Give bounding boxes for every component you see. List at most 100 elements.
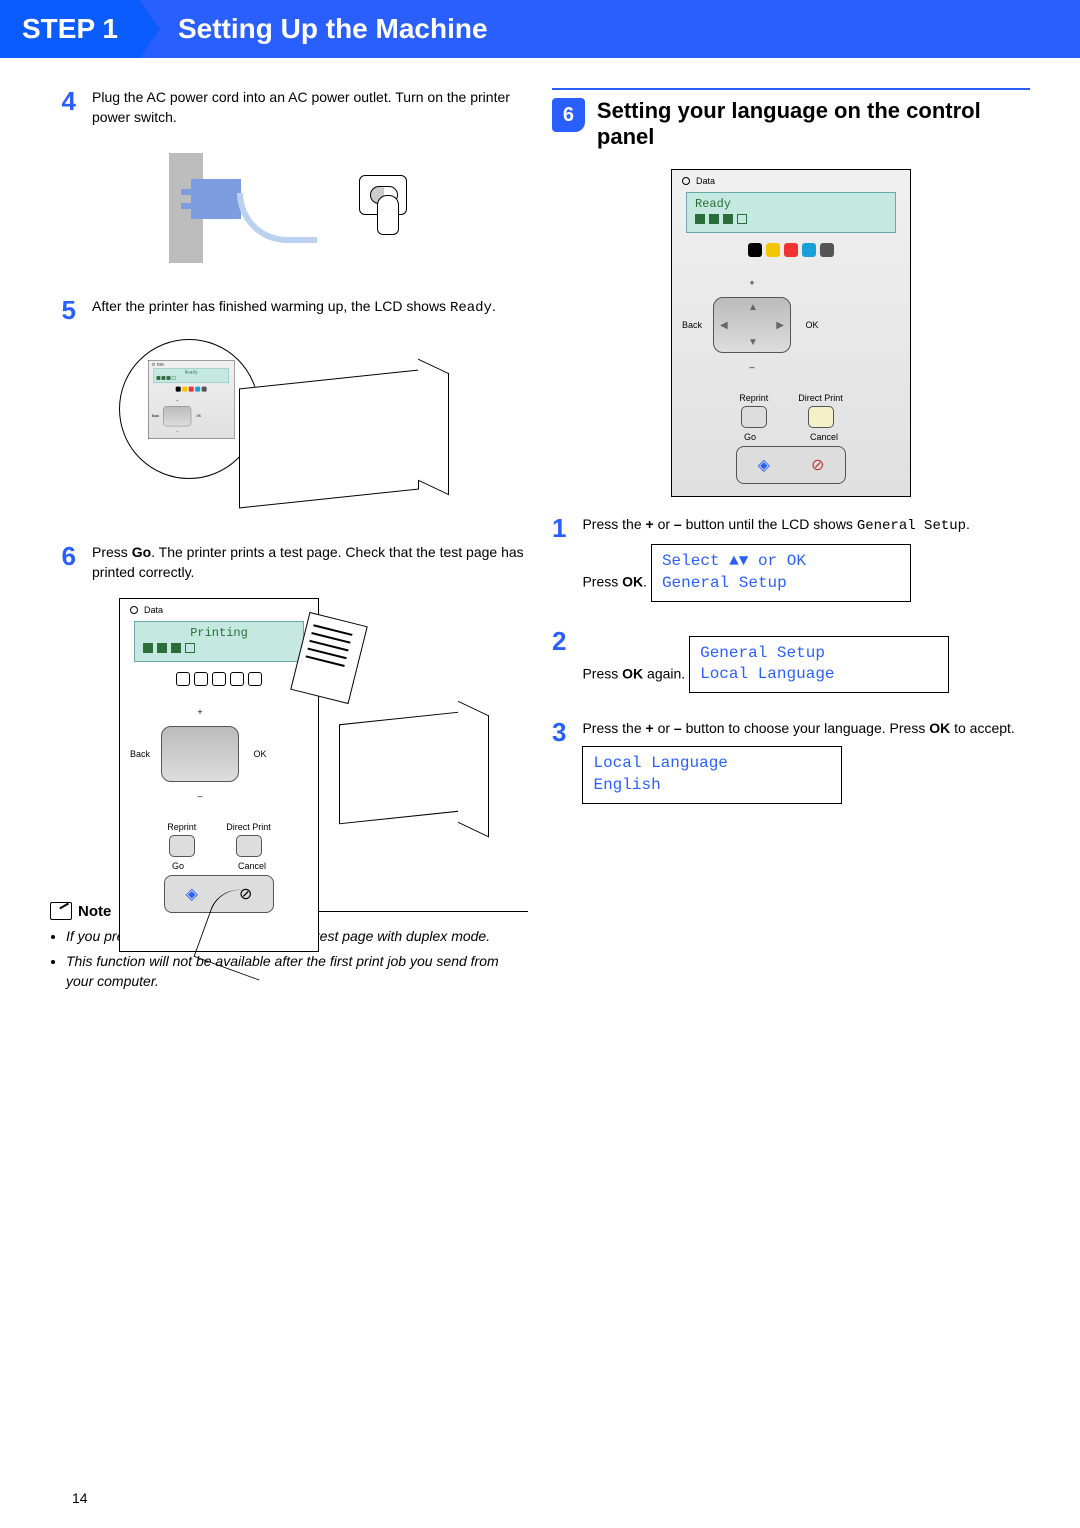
- lang-step-1: 1 Press the + or – button until the LCD …: [552, 515, 1030, 616]
- text: or: [654, 516, 674, 532]
- dpad-icon: [163, 406, 191, 426]
- plus-label: +: [749, 278, 754, 288]
- reprint-label: Reprint: [739, 393, 768, 403]
- step-number: 5: [50, 297, 76, 323]
- lcd-line: General Setup: [700, 643, 938, 665]
- text: . The printer prints a test page. Check …: [92, 544, 524, 580]
- step-4: 4 Plug the AC power cord into an AC powe…: [50, 88, 528, 127]
- back-label: Back: [152, 415, 159, 419]
- text: .: [643, 574, 647, 590]
- step-text: Press the + or – button until the LCD sh…: [582, 515, 1030, 616]
- step-5: 5 After the printer has finished warming…: [50, 297, 528, 323]
- text-bold: –: [674, 720, 682, 736]
- text-bold: +: [646, 516, 654, 532]
- text: button to choose your language. Press: [682, 720, 930, 736]
- text: .: [492, 298, 496, 314]
- step-text: After the printer has finished warming u…: [92, 297, 528, 323]
- step-text: Plug the AC power cord into an AC power …: [92, 88, 528, 127]
- lcd-value: Ready: [450, 300, 492, 316]
- step-number: 2: [552, 628, 566, 707]
- toner-c-icon: [802, 243, 816, 257]
- printer-icon: [239, 370, 419, 509]
- left-column: 4 Plug the AC power cord into an AC powe…: [50, 88, 528, 995]
- dpad: + Back ▲ ◀ ▶ ▼ OK –: [672, 271, 910, 379]
- callout-circle: Data Ready + Back OK –: [119, 339, 259, 479]
- toner-y-icon: [766, 243, 780, 257]
- lcd-line: Local Language: [700, 664, 938, 686]
- finger-icon: [377, 195, 399, 235]
- lcd-text: Ready: [157, 370, 226, 375]
- step-text: Press OK again. General Setup Local Lang…: [582, 628, 1030, 707]
- ok-label: OK: [196, 415, 201, 419]
- data-indicator: Data: [672, 170, 910, 188]
- lcd-line: Local Language: [593, 753, 831, 775]
- go-label: Go: [172, 861, 184, 871]
- lcd-display: Select ▲▼ or OK General Setup: [651, 544, 911, 601]
- text: This function will not be available afte…: [66, 953, 499, 989]
- note-label: Note: [78, 903, 111, 920]
- toner-icons: [672, 237, 910, 263]
- text: Press: [582, 665, 622, 681]
- step-number: 1: [552, 515, 566, 616]
- lcd-line: English: [593, 775, 831, 797]
- toner-k-icon: [748, 243, 762, 257]
- ok-label: OK: [805, 320, 818, 330]
- reprint-label: Reprint: [167, 822, 196, 832]
- text-bold: –: [674, 516, 682, 532]
- text-bold: OK: [929, 720, 950, 736]
- text: Press the: [582, 516, 645, 532]
- text: Press: [582, 574, 622, 590]
- ok-label: OK: [253, 749, 266, 759]
- data-label: Data: [696, 176, 715, 186]
- text: After the printer has finished warming u…: [92, 298, 450, 314]
- text-bold: OK: [622, 665, 643, 681]
- step-text: Press the + or – button to choose your l…: [582, 719, 1030, 818]
- text: to accept.: [950, 720, 1015, 736]
- cord-icon: [237, 193, 317, 243]
- step-number: 6: [50, 543, 76, 582]
- go-label: Go: [744, 432, 756, 442]
- data-label: Data: [157, 363, 164, 367]
- lcd-line: General Setup: [662, 573, 900, 595]
- lcd-display: Local Language English: [582, 746, 842, 803]
- step-text: Press Go. The printer prints a test page…: [92, 543, 528, 582]
- page-title: Setting Up the Machine: [160, 0, 1080, 58]
- section-title: Setting your language on the control pan…: [597, 98, 1030, 151]
- step-6: 6 Press Go. The printer prints a test pa…: [50, 543, 528, 582]
- dpad-center-icon: ▲ ◀ ▶ ▼: [713, 297, 791, 353]
- lcd-display: General Setup Local Language: [689, 636, 949, 693]
- reprint-button-illus: Reprint: [739, 393, 768, 428]
- directprint-label: Direct Print: [226, 822, 271, 832]
- minus-label: –: [176, 430, 178, 434]
- note-icon: [50, 902, 72, 920]
- figure-printer-printing: Data Printing + Back OK – Reprint: [50, 598, 528, 878]
- section-number-badge: 6: [552, 98, 585, 132]
- step-badge-arrow: [140, 0, 160, 58]
- lcd-text: Ready: [695, 197, 887, 211]
- back-label: Back: [682, 320, 702, 330]
- figure-printer-ready: Data Ready + Back OK –: [50, 339, 528, 519]
- figure-plug: [50, 143, 528, 273]
- text-bold: Go: [132, 544, 151, 560]
- directprint-button-illus: Direct Print: [798, 393, 843, 428]
- cancel-icon: ⊘: [811, 455, 824, 475]
- lcd-screen: Ready: [686, 192, 896, 233]
- toner-m-icon: [784, 243, 798, 257]
- page-header: STEP 1 Setting Up the Machine: [0, 0, 1080, 58]
- lcd-value: General Setup: [857, 518, 966, 534]
- plus-label: +: [176, 399, 178, 403]
- minus-label: –: [749, 362, 754, 372]
- step-badge: STEP 1: [0, 0, 140, 58]
- page-number: 14: [72, 1490, 88, 1506]
- page-body: 4 Plug the AC power cord into an AC powe…: [0, 58, 1080, 1025]
- text: again.: [643, 665, 685, 681]
- text-bold: +: [646, 720, 654, 736]
- printer-icon: [339, 712, 459, 825]
- go-cancel-pill: ◈⊘: [736, 446, 846, 484]
- text: Press the: [582, 720, 645, 736]
- minus-label: –: [197, 791, 202, 801]
- section-header: 6 Setting your language on the control p…: [552, 88, 1030, 151]
- right-column: 6 Setting your language on the control p…: [552, 88, 1030, 995]
- lcd-text: Printing: [143, 626, 295, 640]
- text: or: [654, 720, 674, 736]
